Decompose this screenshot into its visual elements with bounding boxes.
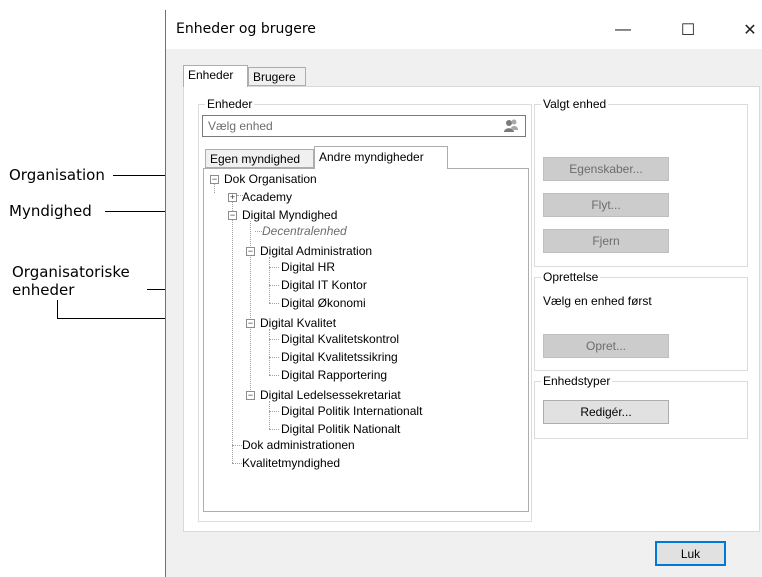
tab-andre-myndigheder[interactable]: Andre myndigheder xyxy=(314,146,448,169)
tree-item-digital-okonomi[interactable]: Digital Økonomi xyxy=(281,295,366,311)
collapse-icon[interactable]: − xyxy=(228,211,237,220)
enhedstyper-group: Enhedstyper Redigér... xyxy=(534,374,748,439)
search-placeholder: Vælg enhed xyxy=(208,119,273,133)
luk-button[interactable]: Luk xyxy=(655,541,726,566)
tree-item-decentralenhed[interactable]: Decentralenhed xyxy=(262,223,347,239)
title-bar: Enheder og brugere — ☐ ✕ xyxy=(166,10,762,49)
collapse-icon[interactable]: − xyxy=(246,247,255,256)
tree-item-digital-kvalitetssikring[interactable]: Digital Kvalitetssikring xyxy=(281,349,398,365)
enheder-group-label: Enheder xyxy=(205,97,255,111)
callout-myndighed: Myndighed xyxy=(9,202,92,220)
oprettelse-group: Oprettelse Vælg en enhed først Opret... xyxy=(534,270,748,371)
minimize-button[interactable]: — xyxy=(603,16,643,44)
fjern-button[interactable]: Fjern xyxy=(543,229,669,253)
tree-item-digital-kvalitet[interactable]: Digital Kvalitet xyxy=(260,315,336,331)
tab-brugere[interactable]: Brugere xyxy=(248,67,306,86)
tab-enheder[interactable]: Enheder xyxy=(183,65,248,87)
egenskaber-button[interactable]: Egenskaber... xyxy=(543,157,669,181)
tree-item-digital-kvalitetskontrol[interactable]: Digital Kvalitetskontrol xyxy=(281,331,399,347)
collapse-icon[interactable]: − xyxy=(246,391,255,400)
tree-item-digital-rapportering[interactable]: Digital Rapportering xyxy=(281,367,387,383)
close-button[interactable]: ✕ xyxy=(730,16,762,44)
flyt-button[interactable]: Flyt... xyxy=(543,193,669,217)
callout-organisation: Organisation xyxy=(9,166,105,184)
tree-view[interactable]: − Dok Organisation + Academy − Digital M… xyxy=(203,168,529,512)
users-icon[interactable] xyxy=(503,119,519,136)
tree-item-dok-organisation[interactable]: Dok Organisation xyxy=(224,171,317,187)
tree-item-digital-ledelsessekretariat[interactable]: Digital Ledelsessekretariat xyxy=(260,387,401,403)
window-title: Enheder og brugere xyxy=(176,21,316,37)
oprettelse-label: Oprettelse xyxy=(541,270,601,284)
tree-item-digital-myndighed[interactable]: Digital Myndighed xyxy=(242,207,337,223)
callout-enheder-line2: enheder xyxy=(12,281,75,299)
tree-item-digital-politik-nationalt[interactable]: Digital Politik Nationalt xyxy=(281,421,400,437)
collapse-icon[interactable]: − xyxy=(246,319,255,328)
tab-egen-myndighed[interactable]: Egen myndighed xyxy=(205,149,314,168)
rediger-button[interactable]: Redigér... xyxy=(543,400,669,424)
dialog-window: Enheder og brugere — ☐ ✕ Enheder Brugere… xyxy=(165,10,762,577)
collapse-icon[interactable]: − xyxy=(210,175,219,184)
opret-button[interactable]: Opret... xyxy=(543,334,669,358)
tree-item-digital-it-kontor[interactable]: Digital IT Kontor xyxy=(281,277,367,293)
valgt-enhed-label: Valgt enhed xyxy=(541,97,609,111)
enheder-group: Enheder Vælg enhed Egen myndighed Andre … xyxy=(198,97,532,522)
callout-line-enheder-v xyxy=(57,300,58,319)
oprettelse-hint: Vælg en enhed først xyxy=(543,294,652,308)
search-field[interactable]: Vælg enhed xyxy=(202,115,526,137)
callout-enheder-line1: Organisatoriske xyxy=(12,263,130,281)
tree-item-digital-hr[interactable]: Digital HR xyxy=(281,259,335,275)
tree-item-dok-administrationen[interactable]: Dok administrationen xyxy=(242,437,355,453)
tree-item-academy[interactable]: Academy xyxy=(242,189,292,205)
maximize-button[interactable]: ☐ xyxy=(668,16,708,44)
tree-item-digital-administration[interactable]: Digital Administration xyxy=(260,243,372,259)
valgt-enhed-group: Valgt enhed Egenskaber... Flyt... Fjern xyxy=(534,97,748,267)
expand-icon[interactable]: + xyxy=(228,193,237,202)
enhedstyper-label: Enhedstyper xyxy=(541,374,613,388)
tree-item-kvalitetmyndighed[interactable]: Kvalitetmyndighed xyxy=(242,455,340,471)
tree-item-digital-politik-internationalt[interactable]: Digital Politik Internationalt xyxy=(281,403,422,419)
enheder-tab-panel: Enheder Vælg enhed Egen myndighed Andre … xyxy=(183,86,760,532)
